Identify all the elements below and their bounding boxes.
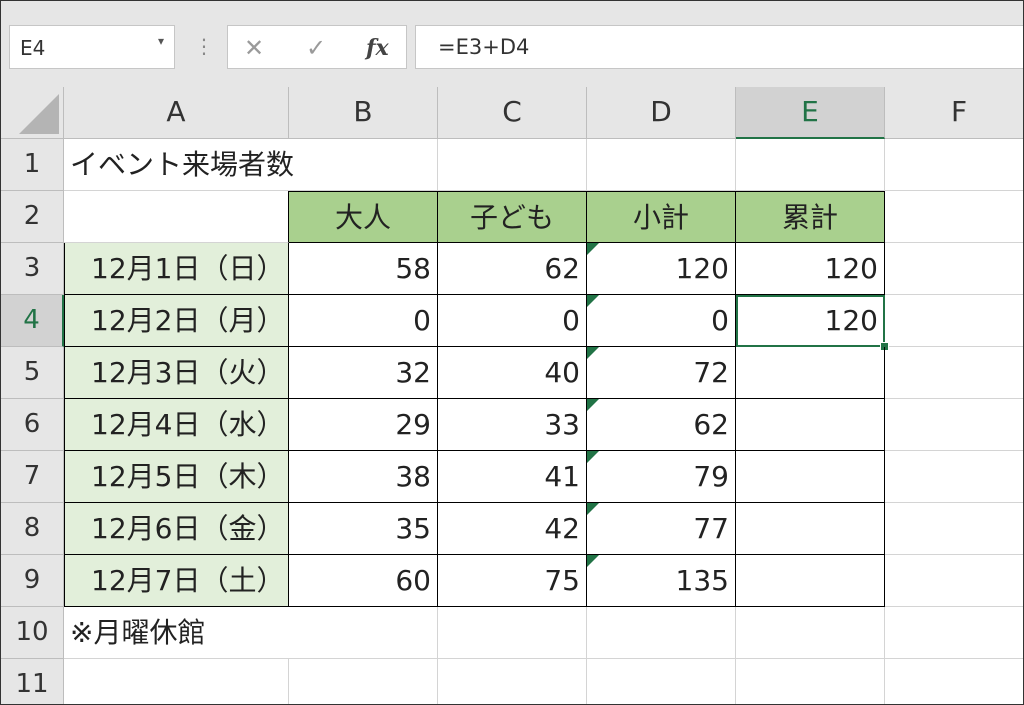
cell-f1[interactable]: [885, 139, 1023, 191]
cell-c9[interactable]: 75: [438, 555, 587, 607]
formula-input[interactable]: =E3+D4: [415, 25, 1023, 69]
row-header-9[interactable]: 9: [1, 555, 64, 607]
enter-check-icon[interactable]: ✓: [306, 34, 326, 62]
cell-b8[interactable]: 35: [289, 503, 438, 555]
cell-d4[interactable]: 0: [587, 295, 736, 347]
cell-b5[interactable]: 32: [289, 347, 438, 399]
cell-c7[interactable]: 41: [438, 451, 587, 503]
row-header-2[interactable]: 2: [1, 191, 64, 243]
cell-b3[interactable]: 58: [289, 243, 438, 295]
cell-b4[interactable]: 0: [289, 295, 438, 347]
cell-c2-header[interactable]: 子ども: [438, 191, 587, 243]
cell-d10[interactable]: [587, 607, 736, 659]
cell-b7[interactable]: 38: [289, 451, 438, 503]
column-header-a[interactable]: A: [64, 87, 289, 139]
cell-b9[interactable]: 60: [289, 555, 438, 607]
cell-f7[interactable]: [885, 451, 1023, 503]
cell-e3[interactable]: 120: [736, 243, 885, 295]
select-all-icon: [19, 94, 59, 134]
cell-d5[interactable]: 72: [587, 347, 736, 399]
chevron-down-icon[interactable]: ▾: [158, 34, 164, 48]
cell-a11[interactable]: [64, 659, 289, 704]
row-header-6[interactable]: 6: [1, 399, 64, 451]
cell-f5[interactable]: [885, 347, 1023, 399]
cell-f11[interactable]: [885, 659, 1023, 704]
row-header-5[interactable]: 5: [1, 347, 64, 399]
cancel-icon[interactable]: ✕: [244, 34, 264, 62]
drag-handle-icon[interactable]: ⋮: [194, 34, 214, 58]
cell-e2-header[interactable]: 累計: [736, 191, 885, 243]
cell-d8[interactable]: 77: [587, 503, 736, 555]
cell-f2[interactable]: [885, 191, 1023, 243]
row-header-1[interactable]: 1: [1, 139, 64, 191]
cell-d3[interactable]: 120: [587, 243, 736, 295]
row-header-7[interactable]: 7: [1, 451, 64, 503]
cell-d7[interactable]: 79: [587, 451, 736, 503]
cell-a2[interactable]: [64, 191, 289, 243]
cell-a1-title[interactable]: イベント来場者数: [64, 139, 294, 191]
row-header-4[interactable]: 4: [1, 295, 64, 347]
cell-c11[interactable]: [438, 659, 587, 704]
name-box-value: E4: [20, 36, 46, 60]
cell-b2-header[interactable]: 大人: [289, 191, 438, 243]
cell-b11[interactable]: [289, 659, 438, 704]
row-header-8[interactable]: 8: [1, 503, 64, 555]
cell-a4-date[interactable]: 12月2日（月）: [64, 295, 289, 347]
cell-e5[interactable]: [736, 347, 885, 399]
cell-a8-date[interactable]: 12月6日（金）: [64, 503, 289, 555]
cell-d6[interactable]: 62: [587, 399, 736, 451]
cell-a3-date[interactable]: 12月1日（日）: [64, 243, 289, 295]
cell-c5[interactable]: 40: [438, 347, 587, 399]
column-header-b[interactable]: B: [289, 87, 438, 139]
select-all-button[interactable]: [1, 87, 64, 139]
cell-b10[interactable]: [289, 607, 438, 659]
cell-d2-header[interactable]: 小計: [587, 191, 736, 243]
cell-b1[interactable]: [289, 139, 438, 191]
cell-e8[interactable]: [736, 503, 885, 555]
cell-e1[interactable]: [736, 139, 885, 191]
column-header-d[interactable]: D: [587, 87, 736, 139]
row-header-11[interactable]: 11: [1, 659, 64, 704]
cell-e10[interactable]: [736, 607, 885, 659]
cell-c4[interactable]: 0: [438, 295, 587, 347]
name-box[interactable]: E4 ▾: [9, 25, 175, 69]
cell-d1[interactable]: [587, 139, 736, 191]
column-header-c[interactable]: C: [438, 87, 587, 139]
cell-f3[interactable]: [885, 243, 1023, 295]
row-header-3[interactable]: 3: [1, 243, 64, 295]
cell-d9[interactable]: 135: [587, 555, 736, 607]
cell-f10[interactable]: [885, 607, 1023, 659]
cell-e9[interactable]: [736, 555, 885, 607]
cell-e4-active[interactable]: 120: [736, 295, 885, 347]
cell-c1[interactable]: [438, 139, 587, 191]
formula-text: =E3+D4: [438, 35, 530, 59]
cell-c3[interactable]: 62: [438, 243, 587, 295]
cell-c8[interactable]: 42: [438, 503, 587, 555]
cell-f6[interactable]: [885, 399, 1023, 451]
excel-window: E4 ▾ ⋮ ✕ ✓ fx =E3+D4 A B C D E F 1 2 3 4…: [0, 0, 1024, 705]
column-header-f[interactable]: F: [885, 87, 1023, 139]
cell-f9[interactable]: [885, 555, 1023, 607]
cell-e7[interactable]: [736, 451, 885, 503]
cell-e11[interactable]: [736, 659, 885, 704]
insert-function-icon[interactable]: fx: [366, 35, 389, 61]
formula-bar-area: E4 ▾ ⋮ ✕ ✓ fx =E3+D4: [1, 1, 1023, 87]
column-header-e[interactable]: E: [736, 87, 885, 139]
cell-a10-note[interactable]: ※月曜休館: [64, 607, 289, 659]
cell-f8[interactable]: [885, 503, 1023, 555]
cell-d11[interactable]: [587, 659, 736, 704]
cell-a5-date[interactable]: 12月3日（火）: [64, 347, 289, 399]
cell-b6[interactable]: 29: [289, 399, 438, 451]
cell-a9-date[interactable]: 12月7日（土）: [64, 555, 289, 607]
cell-e6[interactable]: [736, 399, 885, 451]
formula-buttons: ✕ ✓ fx: [227, 25, 407, 69]
cell-c6[interactable]: 33: [438, 399, 587, 451]
row-header-10[interactable]: 10: [1, 607, 64, 659]
cell-a6-date[interactable]: 12月4日（水）: [64, 399, 289, 451]
cell-f4[interactable]: [885, 295, 1023, 347]
cell-c10[interactable]: [438, 607, 587, 659]
cell-a7-date[interactable]: 12月5日（木）: [64, 451, 289, 503]
